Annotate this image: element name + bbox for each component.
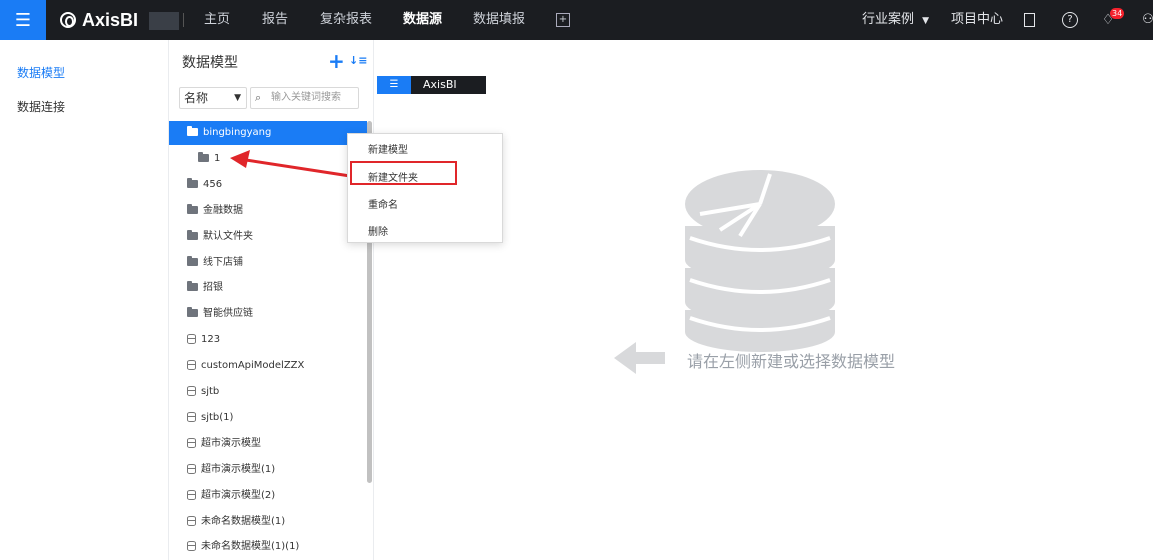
database-illustration [685, 170, 835, 352]
tree-folder-item[interactable]: bingbingyang [169, 121, 367, 145]
folder-icon [187, 126, 198, 136]
leftnav-data-connection[interactable]: 数据连接 [17, 98, 65, 115]
chevron-down-icon: ▼ [234, 93, 241, 103]
tree-model-item[interactable]: sjtb(1) [169, 406, 367, 430]
tree-folder-item[interactable]: 1 [169, 147, 367, 171]
industry-cases-label: 行业案例 [862, 12, 915, 27]
tree-item-label: 未命名数据模型(1) [201, 515, 286, 527]
panel-title: 数据模型 [182, 55, 238, 71]
top-bar: ☰ AxisBI 主页 报告 复杂报表 数据源 数据填报 + 行业案例 ▼ 项目… [0, 0, 1153, 40]
tree-model-item[interactable]: 超市演示模型(1) [169, 458, 367, 482]
tree-item-label: 超市演示模型 [201, 437, 261, 449]
folder-icon [187, 255, 198, 266]
left-nav: 数据模型 数据连接 [0, 40, 168, 560]
user-icon[interactable]: ⚇ [1140, 12, 1153, 28]
project-center-link[interactable]: 项目中心 [951, 0, 1003, 40]
tree-item-label: 金融数据 [203, 204, 243, 216]
ctx-delete[interactable]: 删除 [368, 223, 388, 238]
expand-icon[interactable]: + [556, 13, 570, 27]
folder-icon [198, 151, 209, 162]
tree-item-label: 未命名数据模型(1)(1) [201, 541, 300, 553]
logo-mark-icon [60, 12, 76, 28]
tree-item-label: 123 [201, 334, 221, 346]
tree-folder-item[interactable]: 招银 [169, 276, 367, 300]
filter-field-value: 名称 [184, 91, 209, 105]
caret-down-icon: ▼ [922, 16, 930, 26]
empty-state-text: 请在左侧新建或选择数据模型 [687, 352, 896, 371]
app-name: AxisBI [82, 9, 139, 30]
nav-home[interactable]: 主页 [204, 0, 230, 40]
hamburger-icon: ☰ [14, 9, 32, 31]
nav-complex-report[interactable]: 复杂报表 [320, 0, 372, 40]
tree-model-item[interactable]: sjtb [169, 380, 367, 404]
sort-icon[interactable]: ↓≡ [349, 54, 367, 67]
tree-item-label: 线下店铺 [203, 256, 243, 268]
mini-logo-text: AxisBI [423, 78, 457, 91]
tree-item-label: 超市演示模型(1) [201, 463, 276, 475]
tree-item-label: 超市演示模型(2) [201, 489, 276, 501]
tree-item-label: customApiModelZZX [201, 360, 305, 372]
bookmark-icon[interactable] [1024, 13, 1035, 27]
nav-datasource[interactable]: 数据源 [403, 0, 442, 40]
ctx-rename[interactable]: 重命名 [368, 196, 398, 211]
database-icon [187, 489, 196, 500]
folder-icon [187, 177, 198, 188]
tree-folder-item[interactable]: 456 [169, 173, 367, 197]
notification-badge: 34 [1110, 8, 1125, 19]
logo-decoration [149, 12, 179, 30]
tree-item-label: bingbingyang [203, 127, 272, 138]
nav-report[interactable]: 报告 [262, 0, 288, 40]
ctx-new-model[interactable]: 新建模型 [368, 141, 408, 156]
model-panel: 数据模型 + ↓≡ 名称 ▼ ⌕ 输入关键词搜索 bingbingyang 1 45… [168, 40, 374, 560]
tree-model-item[interactable]: customApiModelZZX [169, 354, 367, 378]
database-icon [187, 386, 196, 396]
folder-icon [187, 203, 198, 214]
tree-model-item[interactable]: 未命名数据模型(1) [169, 510, 367, 534]
tree-folder-item[interactable]: 线下店铺 [169, 251, 367, 275]
database-icon [187, 360, 196, 371]
leftnav-data-model[interactable]: 数据模型 [17, 64, 65, 81]
tree-model-item[interactable]: 超市演示模型 [169, 432, 367, 456]
database-icon [187, 463, 196, 474]
search-icon: ⌕ [255, 91, 262, 104]
database-icon [187, 541, 196, 552]
highlight-box [350, 161, 457, 185]
database-icon [187, 334, 196, 345]
tree-item-label: sjtb [201, 386, 220, 397]
filter-field-select[interactable]: 名称 ▼ [179, 87, 247, 109]
database-icon [187, 515, 196, 526]
tree-item-label: 招银 [203, 282, 223, 294]
tree-folder-item[interactable]: 默认文件夹 [169, 225, 367, 249]
mini-hamburger-icon: ☰ [377, 76, 411, 94]
folder-icon [187, 307, 198, 318]
database-icon [187, 411, 196, 422]
mini-logo-bar: ☰ AxisBI [377, 76, 486, 94]
tree-folder-item[interactable]: 金融数据 [169, 199, 367, 223]
tree-model-item[interactable]: 123 [169, 328, 367, 352]
industry-cases-dropdown[interactable]: 行业案例 ▼ [862, 0, 929, 40]
tree-model-item[interactable]: 超市演示模型(2) [169, 484, 367, 508]
app-logo[interactable]: AxisBI [60, 0, 138, 40]
folder-icon [187, 281, 198, 292]
database-icon [187, 437, 196, 448]
help-icon[interactable]: ? [1062, 12, 1078, 28]
tree-item-label: 456 [203, 178, 223, 190]
add-icon[interactable]: + [328, 49, 345, 73]
tree-item-label: 默认文件夹 [203, 230, 253, 242]
arrow-left-icon [614, 342, 665, 374]
folder-icon [187, 229, 198, 240]
nav-divider [183, 13, 184, 27]
menu-toggle-button[interactable]: ☰ [0, 0, 46, 40]
context-menu: 新建模型 新建文件夹 重命名 删除 [347, 133, 503, 243]
nav-data-fill[interactable]: 数据填报 [473, 0, 525, 40]
tree-item-label: sjtb(1) [201, 411, 234, 423]
tree-item-label: 智能供应链 [203, 308, 253, 320]
tree-item-label: 1 [214, 152, 221, 164]
search-placeholder: 输入关键词搜索 [271, 92, 341, 103]
tree-model-item[interactable]: 未命名数据模型(1)(1) [169, 535, 367, 559]
tree-folder-item[interactable]: 智能供应链 [169, 302, 367, 326]
search-input[interactable]: ⌕ 输入关键词搜索 [250, 87, 359, 109]
